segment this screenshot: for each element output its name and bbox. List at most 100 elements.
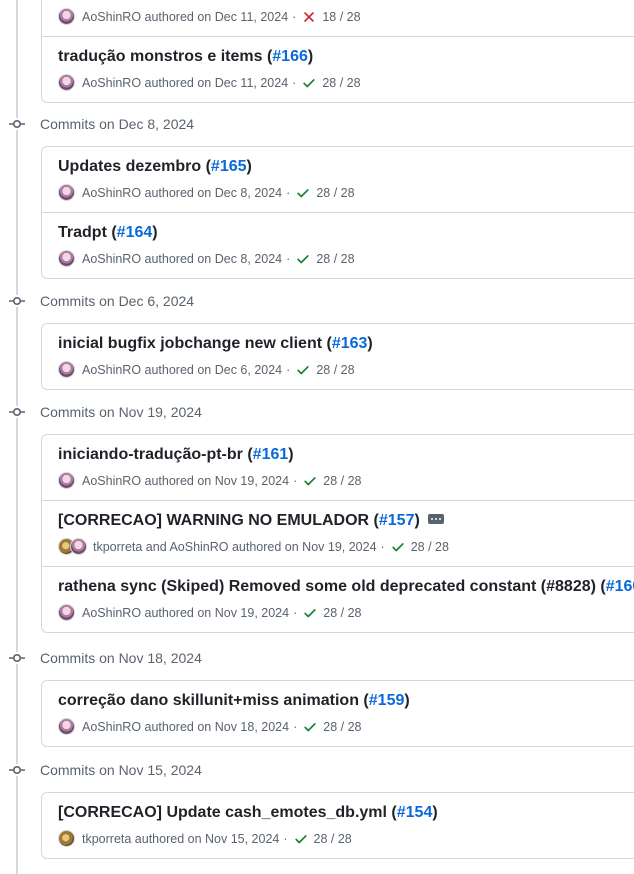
check-icon: [304, 608, 316, 617]
avatar[interactable]: [58, 8, 75, 25]
avatar[interactable]: [58, 184, 75, 201]
checks-count: 18 / 28: [322, 9, 361, 24]
checks-count: 28 / 28: [313, 831, 352, 846]
commit-title[interactable]: [CORRECAO] Update cash_emotes_db.yml (#1…: [58, 804, 438, 822]
pull-request-link[interactable]: #164: [117, 224, 153, 241]
checks-count: 28 / 28: [316, 251, 355, 266]
checks-status[interactable]: 28 / 28: [296, 251, 355, 266]
commit-meta: AoShinRO authored on Nov 18, 2024 · 28 / 2…: [58, 718, 362, 735]
commit-list-card: inicial bugfix jobchange new client (#16…: [41, 323, 634, 390]
separator: ·: [292, 75, 297, 90]
avatar[interactable]: [58, 74, 75, 91]
commit-list-card: iniciando-tradução-pt-br (#161) AoShinRO …: [41, 434, 634, 633]
commit-meta: AoShinRO authored on Dec 11, 2024 · 28 / 2…: [58, 74, 361, 91]
checks-status[interactable]: 28 / 28: [302, 75, 361, 90]
commit-title[interactable]: tradução monstros e items (#166): [58, 48, 313, 66]
commit-meta: AoShinRO authored on Dec 11, 2024 · 18 / 2…: [58, 8, 361, 25]
commit-message[interactable]: rathena sync (Skiped) Removed some old d…: [58, 578, 596, 595]
commit-message[interactable]: correção dano skillunit+miss animation: [58, 692, 359, 709]
commit-row[interactable]: rathena sync (Skiped) Removed some old d…: [42, 567, 634, 632]
commit-meta: AoShinRO authored on Nov 19, 2024 · 28 / 2…: [58, 472, 362, 489]
commit-author-date: tkporreta and AoShinRO authored on Nov 1…: [93, 539, 377, 554]
commit-row[interactable]: inicial bugfix jobchange new client (#16…: [42, 324, 634, 389]
avatar[interactable]: [58, 250, 75, 267]
check-icon: [297, 254, 309, 263]
separator: ·: [286, 362, 291, 377]
commit-title[interactable]: iniciando-tradução-pt-br (#161): [58, 446, 294, 464]
checks-count: 28 / 28: [316, 185, 355, 200]
commit-row[interactable]: AoShinRO authored on Dec 11, 2024 · 18 / 2…: [42, 0, 634, 37]
checks-status[interactable]: 18 / 28: [302, 9, 361, 24]
commit-meta: tkporreta authored on Nov 15, 2024 · 28 / …: [58, 830, 352, 847]
avatar[interactable]: [70, 538, 87, 555]
avatar[interactable]: [58, 830, 75, 847]
pull-request-link[interactable]: #160: [606, 578, 634, 595]
commit-meta: AoShinRO authored on Dec 6, 2024 · 28 / 28: [58, 361, 355, 378]
commit-message[interactable]: iniciando-tradução-pt-br: [58, 446, 243, 463]
check-icon: [294, 834, 307, 843]
commit-row[interactable]: [CORRECAO] WARNING NO EMULADOR (#157) tkp…: [42, 501, 634, 567]
commit-row[interactable]: Updates dezembro (#165) AoShinRO authored…: [42, 147, 634, 213]
check-icon: [297, 188, 309, 197]
checks-status[interactable]: 28 / 28: [303, 474, 362, 488]
commit-group-date: Commits on Dec 8, 2024: [40, 116, 195, 132]
avatar[interactable]: [58, 604, 75, 621]
commit-message[interactable]: Updates dezembro: [58, 158, 201, 175]
commit-row[interactable]: [CORRECAO] Update cash_emotes_db.yml (#1…: [42, 793, 634, 858]
separator: ·: [293, 719, 298, 734]
commit-title[interactable]: rathena sync (Skiped) Removed some old d…: [58, 578, 634, 596]
commit-row[interactable]: tradução monstros e items (#166) AoShinRO…: [42, 37, 634, 102]
commit-message[interactable]: inicial bugfix jobchange new client: [58, 335, 322, 352]
commit-row[interactable]: iniciando-tradução-pt-br (#161) AoShinRO …: [42, 435, 634, 501]
avatar-stack[interactable]: [58, 538, 87, 555]
pull-request-link[interactable]: #165: [211, 158, 247, 175]
pull-request-link[interactable]: #157: [379, 512, 415, 529]
checks-status[interactable]: 28 / 28: [296, 185, 355, 200]
commit-list-card: [CORRECAO] Update cash_emotes_db.yml (#1…: [41, 792, 634, 859]
commit-title[interactable]: correção dano skillunit+miss animation (…: [58, 692, 410, 710]
commit-group-date: Commits on Dec 6, 2024: [40, 293, 195, 309]
ellipsis-icon[interactable]: [427, 513, 444, 524]
commit-meta: AoShinRO authored on Dec 8, 2024 · 28 / 28: [58, 250, 355, 267]
commit-title[interactable]: Updates dezembro (#165): [58, 158, 252, 176]
pull-request-link[interactable]: #154: [397, 804, 433, 821]
commit-row[interactable]: correção dano skillunit+miss animation (…: [42, 681, 634, 746]
pull-request-link[interactable]: #161: [253, 446, 289, 463]
check-icon: [304, 722, 316, 731]
commit-author-date: AoShinRO authored on Dec 6, 2024: [82, 362, 283, 377]
separator: ·: [286, 251, 291, 266]
commit-title[interactable]: [CORRECAO] WARNING NO EMULADOR (#157): [58, 512, 444, 530]
git-commit-icon: [8, 764, 26, 776]
avatar[interactable]: [58, 472, 75, 489]
pull-request-link[interactable]: #163: [332, 335, 368, 352]
commit-message[interactable]: tradução monstros e items: [58, 48, 263, 65]
separator: ·: [286, 185, 291, 200]
checks-status[interactable]: 28 / 28: [391, 540, 449, 554]
commit-message[interactable]: [CORRECAO] Update cash_emotes_db.yml: [58, 804, 387, 821]
checks-status[interactable]: 28 / 28: [296, 363, 355, 377]
avatar[interactable]: [58, 361, 75, 378]
commit-title[interactable]: inicial bugfix jobchange new client (#16…: [58, 335, 373, 353]
git-commit-icon: [8, 118, 26, 130]
commit-group-date: Commits on Nov 15, 2024: [40, 762, 202, 778]
commit-message[interactable]: [CORRECAO] WARNING NO EMULADOR: [58, 512, 369, 529]
check-icon: [297, 365, 309, 374]
check-icon: [304, 476, 316, 485]
commit-meta: tkporreta and AoShinRO authored on Nov 1…: [58, 538, 449, 555]
commit-title[interactable]: Tradpt (#164): [58, 224, 158, 242]
pull-request-link[interactable]: #166: [272, 48, 308, 65]
avatar[interactable]: [58, 718, 75, 735]
checks-count: 28 / 28: [322, 75, 361, 90]
separator: ·: [292, 9, 297, 24]
checks-count: 28 / 28: [323, 719, 362, 734]
checks-status[interactable]: 28 / 28: [294, 832, 352, 846]
checks-status[interactable]: 28 / 28: [303, 606, 362, 620]
checks-status[interactable]: 28 / 28: [303, 719, 362, 734]
git-commit-icon: [8, 652, 26, 664]
commit-author-date: AoShinRO authored on Dec 8, 2024: [82, 251, 283, 266]
commit-message[interactable]: Tradpt: [58, 224, 107, 241]
commit-meta: AoShinRO authored on Dec 8, 2024 · 28 / 28: [58, 184, 355, 201]
commit-row[interactable]: Tradpt (#164) AoShinRO authored on Dec 8,…: [42, 213, 634, 278]
pull-request-link[interactable]: #159: [369, 692, 405, 709]
commit-group-date: Commits on Nov 19, 2024: [40, 404, 202, 420]
